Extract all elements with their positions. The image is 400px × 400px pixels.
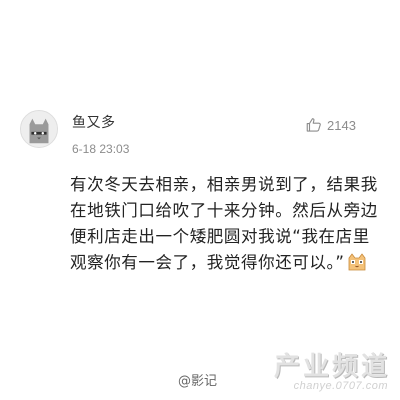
watermark-url: chanye.0707.com [293, 380, 388, 392]
source-credit: @影记 [178, 374, 218, 389]
comment-body: 有次冬天去相亲，相亲男说到了，结果我 在地铁门口给吹了十来分钟。然后从旁边 便利… [70, 172, 390, 276]
comment-card: 鱼又多 6-18 23:03 2143 有次冬天去相亲，相亲男说到了，结果我 在… [0, 0, 400, 400]
user-avatar[interactable] [20, 110, 58, 148]
site-watermark-logo: 产业频道 chanye.0707.com [242, 346, 392, 392]
timestamp: 6-18 23:03 [72, 142, 130, 156]
watermark-text: 产业频道 [273, 352, 390, 382]
thumbs-up-icon [306, 118, 321, 132]
like-button[interactable]: 2143 [305, 116, 356, 134]
cat-face-emoji [347, 252, 367, 272]
cat-avatar-icon [21, 111, 57, 147]
username[interactable]: 鱼又多 [72, 112, 116, 132]
comment-text: 有次冬天去相亲，相亲男说到了，结果我 在地铁门口给吹了十来分钟。然后从旁边 便利… [70, 175, 378, 272]
like-count: 2143 [327, 117, 356, 133]
